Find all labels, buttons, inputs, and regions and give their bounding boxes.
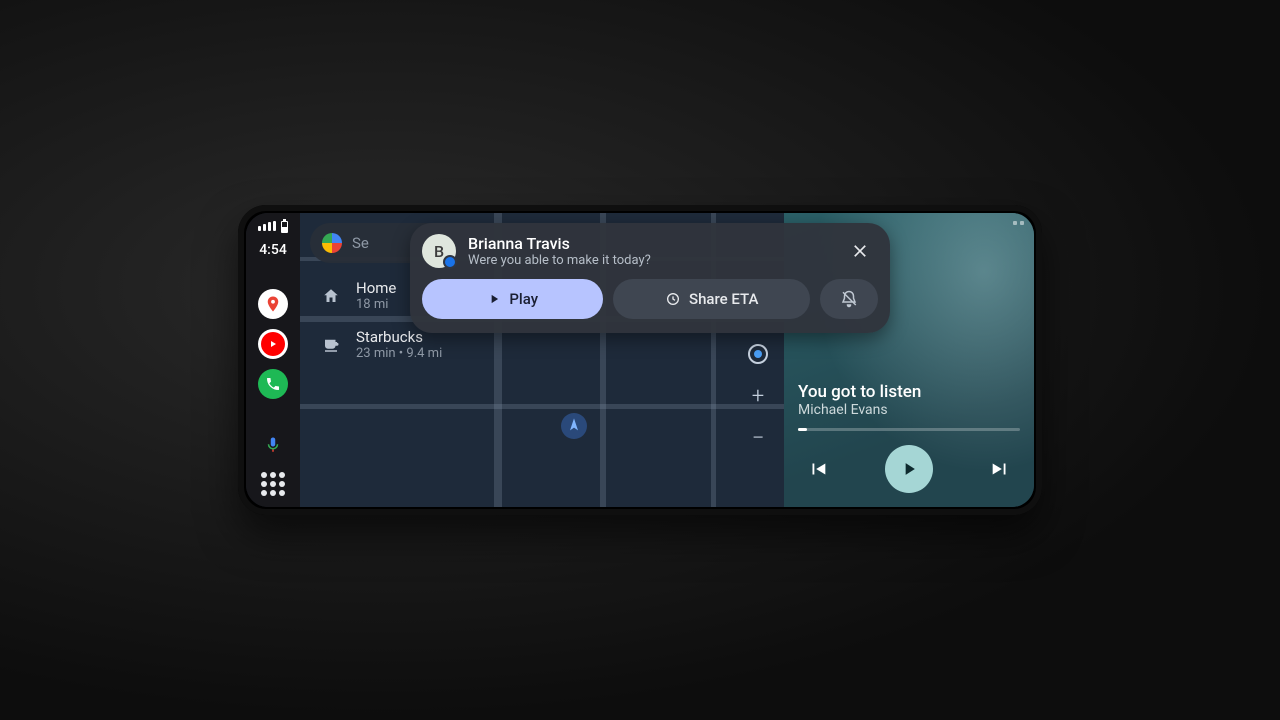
- next-track-button[interactable]: [980, 449, 1020, 489]
- track-title: You got to listen: [798, 382, 1020, 402]
- contact-avatar: B: [422, 234, 456, 268]
- previous-track-button[interactable]: [798, 449, 838, 489]
- play-message-button[interactable]: Play: [422, 279, 603, 319]
- clock: 4:54: [259, 242, 287, 258]
- destination-title: Home: [356, 279, 396, 297]
- phone-app-icon[interactable]: [258, 369, 288, 399]
- message-notification: B Brianna Travis Were you able to make i…: [410, 223, 890, 333]
- share-eta-button[interactable]: Share ETA: [613, 279, 810, 319]
- close-icon: [850, 241, 870, 261]
- contact-name: Brianna Travis: [468, 234, 830, 253]
- cafe-icon: [320, 334, 342, 356]
- play-pause-button[interactable]: [885, 445, 933, 493]
- message-preview: Were you able to make it today?: [468, 253, 830, 268]
- track-artist: Michael Evans: [798, 402, 1020, 418]
- content-area: Se Home 18 mi Starb: [300, 213, 1034, 507]
- zoom-in-button[interactable]: +: [744, 382, 772, 410]
- destination-subtitle: 23 min • 9.4 mi: [356, 346, 442, 361]
- app-shortcuts: [258, 289, 288, 421]
- current-location-marker: [561, 413, 587, 439]
- bell-off-icon: [840, 290, 858, 308]
- dismiss-notification-button[interactable]: [842, 233, 878, 269]
- map-controls: + −: [744, 340, 772, 452]
- maps-app-icon[interactable]: [258, 289, 288, 319]
- share-eta-icon: [665, 291, 681, 307]
- media-overflow-icon[interactable]: [1013, 221, 1024, 225]
- maps-pin-icon: [322, 233, 342, 253]
- youtube-music-app-icon[interactable]: [258, 329, 288, 359]
- play-icon: [487, 292, 501, 306]
- play-button-label: Play: [509, 290, 538, 308]
- home-icon: [320, 285, 342, 307]
- screen: 4:54 Se: [246, 213, 1034, 507]
- now-playing: You got to listen Michael Evans: [798, 382, 1020, 493]
- mute-conversation-button[interactable]: [820, 279, 878, 319]
- zoom-out-button[interactable]: −: [744, 424, 772, 452]
- status-icons: [258, 219, 288, 233]
- assistant-mic-icon[interactable]: [258, 430, 288, 460]
- playback-progress[interactable]: [798, 428, 1020, 431]
- system-rail: 4:54: [246, 213, 300, 507]
- share-eta-label: Share ETA: [689, 290, 758, 308]
- head-unit: 4:54 Se: [238, 205, 1042, 515]
- battery-icon: [281, 221, 288, 233]
- recenter-button[interactable]: [744, 340, 772, 368]
- search-placeholder: Se: [352, 234, 369, 252]
- app-launcher-icon[interactable]: [258, 469, 288, 499]
- destination-subtitle: 18 mi: [356, 297, 396, 312]
